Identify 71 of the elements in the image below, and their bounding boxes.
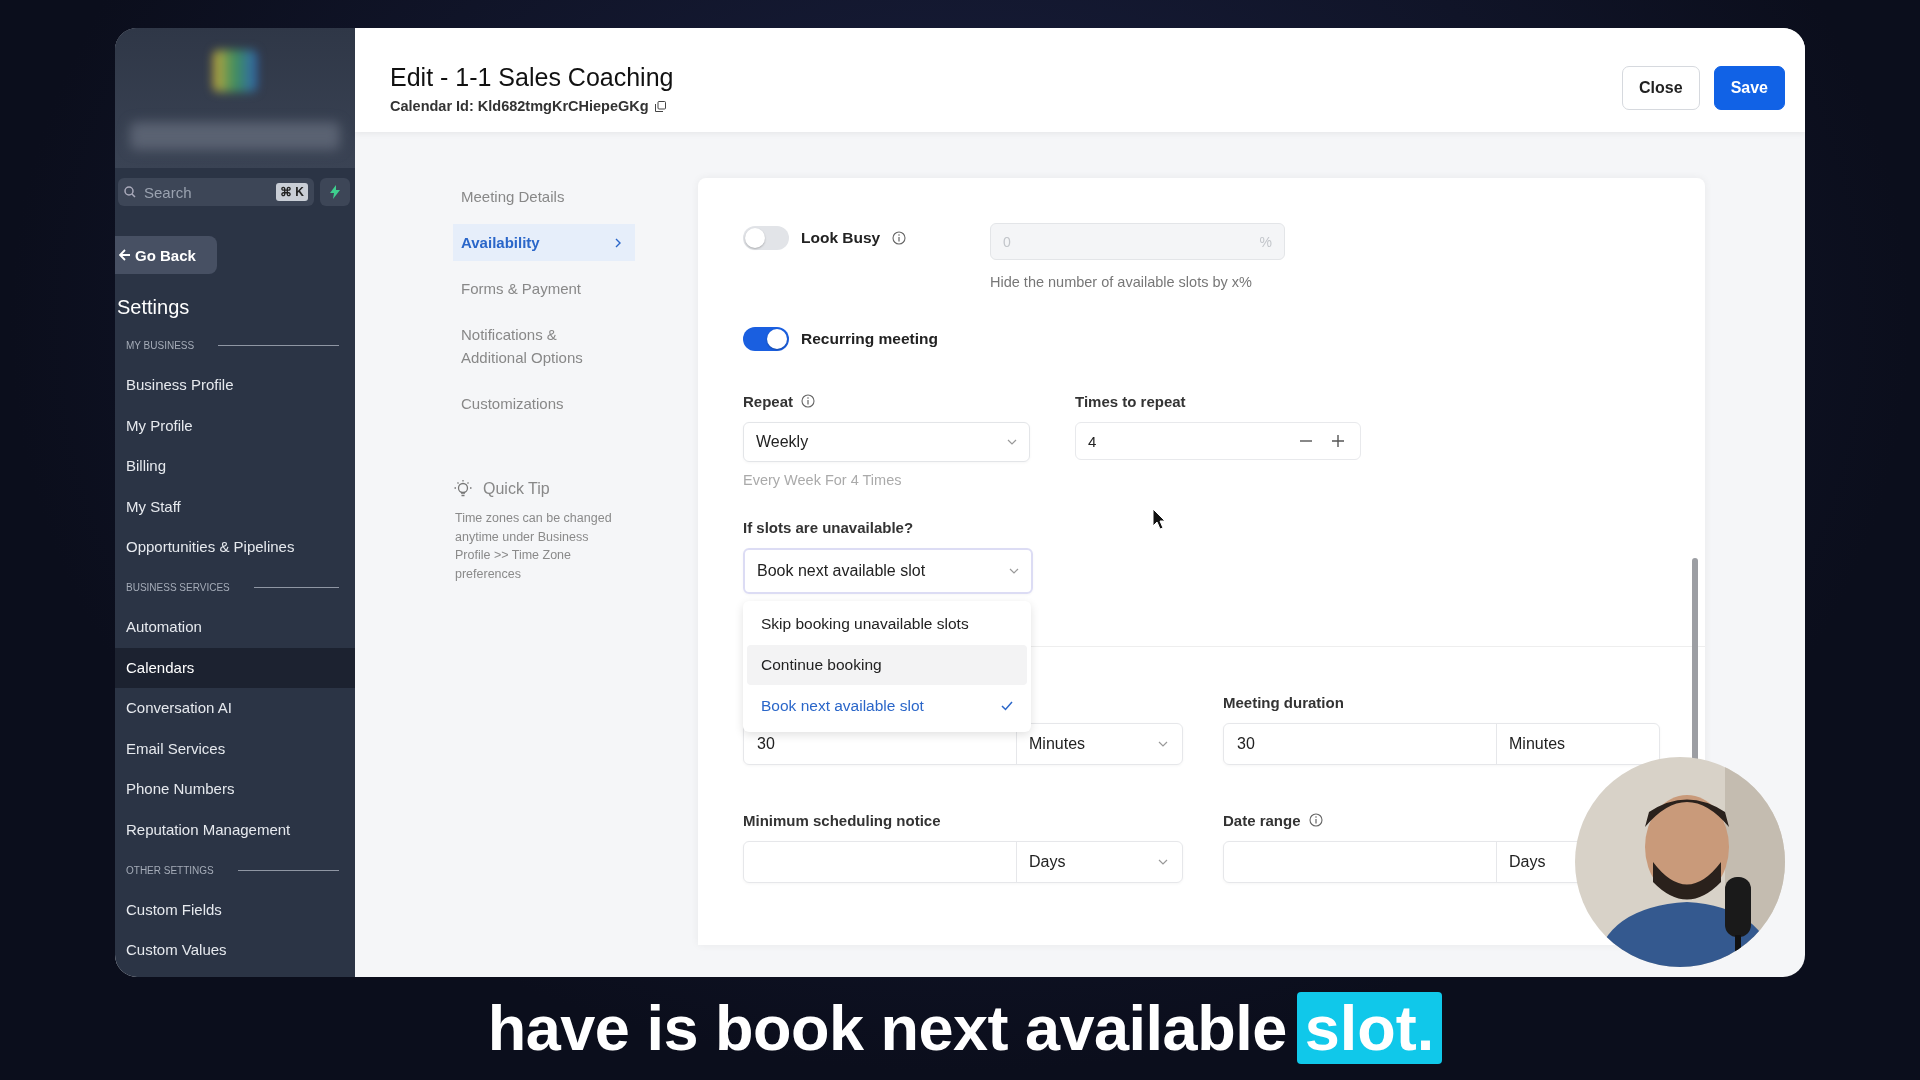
unit-dropdown[interactable]: Days [1509, 853, 1546, 871]
help-text: Every Week For 4 Times [743, 472, 903, 488]
tip-title: Quick Tip [483, 480, 550, 498]
sidebar-item[interactable]: Reputation Management [115, 809, 355, 851]
sidebar-item[interactable]: Custom Values [115, 930, 355, 971]
field-label: Meeting duration [1223, 693, 1344, 711]
sidebar-item[interactable]: Calendars [115, 647, 355, 689]
lightbulb-icon [453, 479, 473, 499]
subtitle-text: have is book next available [487, 992, 1287, 1064]
toggle-label: Recurring meeting [801, 330, 938, 348]
shortcut-key: ⌘ K [276, 183, 308, 201]
slot-dropdown[interactable]: Book next available slot [743, 548, 1033, 594]
field-label: Minimum scheduling notice [743, 811, 941, 829]
section-heading: BUSINESS SERVICES [126, 581, 230, 593]
arrow-left-icon [119, 249, 131, 261]
field-label: If slots are unavailable? [743, 518, 914, 536]
close-button[interactable]: Close [1622, 66, 1700, 110]
blurred-logo [213, 50, 257, 92]
nav-tab[interactable]: Availability [453, 224, 635, 261]
tip-text: Time zones can be changed anytime under Business Profile >> Time Zone preferences [455, 510, 613, 583]
info-icon [801, 394, 816, 408]
unit-dropdown[interactable]: Days [1029, 853, 1066, 871]
search-field[interactable]: Search ⌘ K [118, 178, 314, 206]
copy-icon [654, 100, 666, 112]
lightning-icon [330, 185, 340, 199]
menu-option[interactable]: Continue booking [747, 645, 1027, 685]
sidebar-item[interactable]: Billing [115, 446, 355, 487]
field-label: Times to repeat [1075, 392, 1186, 410]
checkmark-icon [1001, 701, 1013, 711]
section-heading: MY BUSINESS [126, 340, 195, 351]
chevron-down-icon [1158, 741, 1168, 747]
number-field[interactable]: 30 [1224, 724, 1497, 764]
back-button[interactable]: Go Back [115, 236, 217, 274]
field-label: Repeat [743, 392, 794, 410]
chevron-down-icon [1009, 568, 1019, 574]
toggle-switch[interactable] [743, 327, 789, 351]
sidebar-item[interactable]: Automation [115, 606, 355, 648]
repeat-dropdown[interactable]: Weekly [743, 422, 1030, 462]
info-icon [892, 231, 907, 245]
sidebar-item[interactable]: My Staff [115, 486, 355, 528]
sidebar-item[interactable]: Email Services [115, 728, 355, 770]
sidebar-item[interactable]: Phone Numbers [115, 769, 355, 810]
quick-action-button[interactable] [320, 178, 350, 206]
cursor-icon [1152, 508, 1166, 530]
plus-icon [1332, 435, 1344, 447]
toggle-switch[interactable] [743, 226, 789, 250]
subtitle-highlight: slot. [1296, 992, 1443, 1064]
chevron-down-icon [1158, 859, 1168, 865]
unit-dropdown[interactable]: Minutes [1029, 735, 1086, 753]
toggle-label: Look Busy [801, 229, 881, 247]
sidebar-item[interactable]: Conversation AI [115, 688, 355, 729]
number-field[interactable]: 30 [744, 724, 1017, 764]
sidebar-item[interactable]: Business Profile [115, 365, 355, 406]
info-icon [1308, 813, 1323, 827]
chevron-right-icon [615, 237, 621, 248]
chevron-down-icon [1007, 439, 1017, 445]
search-input[interactable]: Search [142, 182, 270, 202]
section-heading: OTHER SETTINGS [126, 864, 214, 876]
menu-option[interactable]: Skip booking unavailable slots [747, 604, 1027, 644]
search-icon [124, 186, 136, 198]
sidebar-item[interactable]: My Profile [115, 405, 355, 447]
calendar-id: Calendar Id: Kld682tmgKrCHiepeGKg [390, 98, 649, 114]
unit-dropdown[interactable]: Minutes [1509, 735, 1566, 753]
help-text: Hide the number of available slots by x% [990, 274, 1253, 290]
sidebar-item[interactable]: Custom Fields [115, 889, 355, 931]
save-button[interactable]: Save [1713, 66, 1785, 110]
field-label: Date range [1223, 811, 1301, 829]
sidebar-item[interactable]: Opportunities & Pipelines [115, 527, 355, 568]
menu-option[interactable]: Book next available slot [747, 686, 1027, 726]
sidebar-title: Settings [117, 296, 191, 320]
page-title: Edit - 1-1 Sales Coaching [390, 63, 674, 92]
